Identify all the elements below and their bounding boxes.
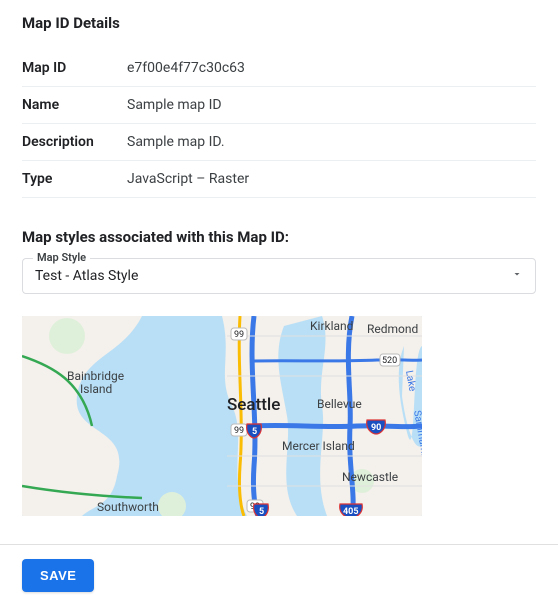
svg-text:520: 520	[382, 356, 397, 366]
svg-text:405: 405	[343, 507, 359, 516]
map-label-kirkland: Kirkland	[310, 319, 353, 333]
details-value-type: JavaScript – Raster	[127, 161, 536, 198]
svg-text:99: 99	[234, 330, 244, 340]
map-style-select-value: Test - Atlas Style	[35, 268, 511, 284]
table-row: Map ID e7f00e4f77c30c63	[22, 50, 536, 87]
table-row: Name Sample map ID	[22, 87, 536, 124]
route-shield-99b: 99	[231, 424, 247, 436]
details-value-mapid: e7f00e4f77c30c63	[127, 50, 536, 87]
map-style-select[interactable]: Map Style Test - Atlas Style	[22, 258, 536, 294]
map-label-mercer: Mercer Island	[282, 439, 355, 453]
svg-text:99: 99	[234, 426, 244, 436]
details-table: Map ID e7f00e4f77c30c63 Name Sample map …	[22, 50, 536, 198]
map-label-bellevue: Bellevue	[317, 397, 362, 411]
details-label-name: Name	[22, 87, 127, 124]
svg-text:5: 5	[259, 507, 264, 516]
map-label-southworth: Southworth	[97, 500, 159, 514]
save-button[interactable]: SAVE	[22, 559, 94, 592]
map-label-seattle: Seattle	[227, 395, 280, 415]
table-row: Type JavaScript – Raster	[22, 161, 536, 198]
details-value-description: Sample map ID.	[127, 124, 536, 161]
map-label-redmond: Redmond	[367, 322, 418, 336]
details-label-mapid: Map ID	[22, 50, 127, 87]
interstate-shield-405: 405	[340, 504, 363, 516]
map-label-bainbridge1: Bainbridge	[67, 369, 124, 383]
details-value-name: Sample map ID	[127, 87, 536, 124]
route-shield-520: 520	[380, 354, 400, 366]
svg-text:5: 5	[252, 427, 257, 437]
map-preview[interactable]: Seattle Bellevue Kirkland Redmond Mercer…	[22, 316, 422, 516]
table-row: Description Sample map ID.	[22, 124, 536, 161]
map-label-bainbridge2: Island	[80, 382, 112, 396]
details-label-description: Description	[22, 124, 127, 161]
route-shield-99a: 99	[231, 328, 247, 340]
interstate-shield-5b: 5	[254, 504, 269, 516]
svg-text:90: 90	[371, 423, 381, 433]
chevron-down-icon	[511, 268, 523, 284]
map-style-select-label: Map Style	[33, 251, 90, 264]
associated-styles-title: Map styles associated with this Map ID:	[22, 228, 536, 246]
details-label-type: Type	[22, 161, 127, 198]
map-label-newcastle: Newcastle	[342, 470, 398, 484]
page-title: Map ID Details	[22, 14, 536, 32]
